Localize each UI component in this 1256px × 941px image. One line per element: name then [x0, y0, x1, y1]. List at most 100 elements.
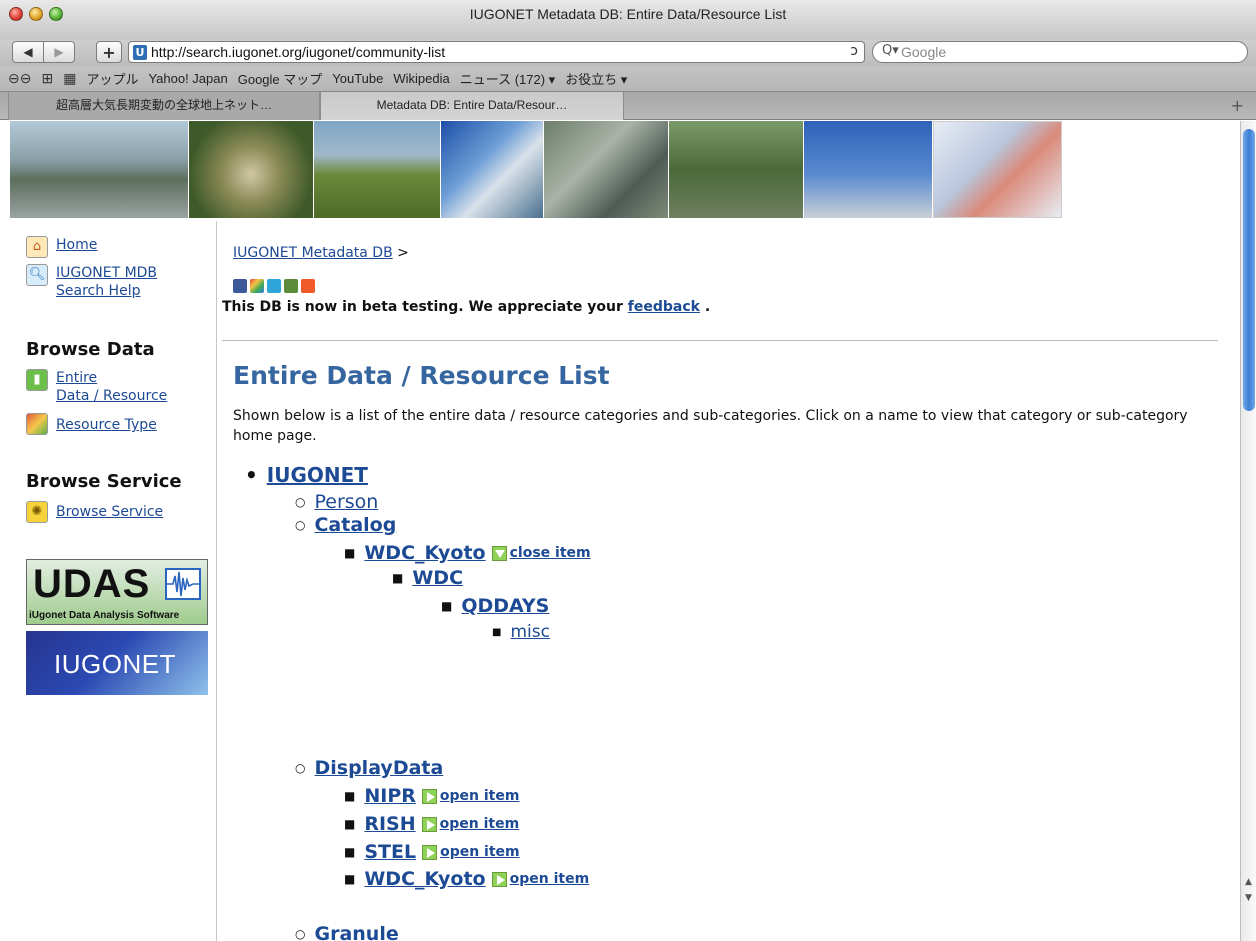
tree-link[interactable]: QDDAYS [461, 595, 549, 617]
new-tab-icon[interactable]: + [1231, 96, 1244, 115]
bookmark-item[interactable]: ニュース (172) ▾ [460, 69, 555, 88]
top-sites-grid-icon[interactable]: ▦ [63, 70, 76, 87]
open-item-link[interactable]: open item [440, 816, 520, 832]
collapse-arrow-icon[interactable] [491, 545, 507, 561]
tree-bullet: ■ [344, 872, 356, 886]
radar-site-photo [189, 121, 313, 218]
udas-logo-subtitle: iUgonet Data Analysis Software [29, 610, 180, 621]
close-item-link[interactable]: close item [510, 545, 591, 561]
tree-bullet: ■ [344, 546, 356, 560]
intro-text: Shown below is a list of the entire data… [233, 408, 1188, 444]
mountain-observatory-photo [669, 121, 803, 218]
addthis-icon[interactable] [301, 279, 315, 293]
evernote-icon[interactable] [284, 279, 298, 293]
open-item-link[interactable]: open item [440, 844, 520, 860]
tree-link[interactable]: Catalog [314, 514, 396, 536]
twitter-icon[interactable] [267, 279, 281, 293]
reload-icon[interactable]: ↄ [850, 43, 858, 59]
sidebar-item-resource-type[interactable]: Resource Type [26, 413, 157, 435]
bookmark-item[interactable]: YouTube [332, 71, 383, 86]
tree-link[interactable]: WDC_Kyoto [364, 542, 485, 564]
browse-service-heading: Browse Service [26, 471, 182, 492]
search-field[interactable]: Q▾ Google [872, 41, 1248, 63]
sidebar-item-browse-service[interactable]: ✺ Browse Service [26, 501, 163, 523]
tree-bullet: ○ [295, 518, 306, 532]
tree-link[interactable]: misc [510, 622, 550, 642]
url-text[interactable]: http://search.iugonet.org/iugonet/commun… [151, 44, 445, 60]
tree-bullet: ○ [295, 761, 306, 775]
tree-link[interactable]: RISH [364, 813, 415, 835]
tree-node-wdc: ■ WDC [392, 567, 463, 589]
photo-banner [10, 121, 1240, 221]
tree-node-nipr: ■ NIPR open item [344, 785, 519, 807]
waveform-icon [165, 568, 201, 600]
tree-node-wdc-kyoto: ■ WDC_Kyoto close item [344, 542, 591, 564]
tree-link[interactable]: WDC [412, 567, 463, 589]
forward-button[interactable]: ▶ [43, 41, 75, 63]
radio-telescope-photo [441, 121, 543, 218]
facebook-icon[interactable] [233, 279, 247, 293]
feedback-link[interactable]: feedback [628, 299, 700, 315]
tree-link[interactable]: Person [314, 491, 378, 513]
bookmark-item[interactable]: お役立ち ▾ [565, 69, 627, 88]
tree-link[interactable]: DisplayData [314, 757, 443, 779]
browser-window: IUGONET Metadata DB: Entire Data/Resourc… [0, 0, 1256, 941]
bookmark-item[interactable]: アップル [86, 69, 138, 88]
antenna-array-photo [314, 121, 440, 218]
breadcrumb-separator: > [397, 245, 409, 261]
page-title: Entire Data / Resource List [233, 361, 610, 390]
database-icon: ▮ [26, 369, 48, 391]
iugonet-logo[interactable]: IUGONET [26, 631, 208, 695]
forward-arrow-icon: ▶ [54, 45, 64, 59]
address-bar[interactable]: U http://search.iugonet.org/iugonet/comm… [128, 41, 865, 63]
gear-icon: ✺ [26, 501, 48, 523]
sidebar-item-home[interactable]: ⌂ Home [26, 236, 97, 258]
plus-icon: + [102, 42, 116, 62]
reading-list-icon[interactable]: ⊖⊖ [8, 70, 31, 87]
expand-arrow-icon[interactable] [421, 816, 437, 832]
diagram-thumbnail [933, 121, 1062, 218]
tree-link[interactable]: STEL [364, 841, 416, 863]
magnifier-icon: 🔍︎ [26, 264, 48, 286]
title-bar: IUGONET Metadata DB: Entire Data/Resourc… [0, 0, 1256, 40]
open-item-link[interactable]: open item [440, 788, 520, 804]
vertical-scrollbar[interactable]: ▲ ▼ [1240, 121, 1256, 941]
bookmark-item[interactable]: Google マップ [238, 69, 323, 88]
expand-arrow-icon[interactable] [421, 788, 437, 804]
tab-background[interactable]: 超高層大気長期変動の全球地上ネット… [8, 92, 320, 120]
tree-node-wdc-kyoto-display: ■ WDC_Kyoto open item [344, 868, 589, 890]
search-icon: Q▾ [882, 43, 899, 58]
scroll-down-arrow-icon[interactable]: ▼ [1245, 893, 1252, 903]
bookmark-item[interactable]: Wikipedia [393, 71, 449, 86]
breadcrumb-link[interactable]: IUGONET Metadata DB [233, 245, 393, 261]
sidebar: ⌂ Home 🔍︎ IUGONET MDB Search Help Browse … [10, 221, 217, 941]
iugonet-logo-text: IUGONET [54, 649, 176, 679]
tree-link[interactable]: WDC_Kyoto [364, 868, 485, 890]
scroll-thumb[interactable] [1243, 129, 1255, 411]
tree-link[interactable]: NIPR [364, 785, 416, 807]
sidebar-item-entire-data[interactable]: ▮ Entire Data / Resource [26, 369, 167, 405]
beta-suffix: . [704, 299, 711, 315]
expand-arrow-icon[interactable] [491, 871, 507, 887]
tree-link[interactable]: IUGONET [267, 463, 368, 487]
expand-arrow-icon[interactable] [422, 844, 438, 860]
divider [222, 340, 1218, 341]
back-button[interactable]: ◀ [12, 41, 44, 63]
back-arrow-icon: ◀ [23, 45, 33, 59]
sidebar-item-search-help[interactable]: 🔍︎ IUGONET MDB Search Help [26, 264, 157, 300]
tab-active[interactable]: Metadata DB: Entire Data/Resour… [320, 92, 624, 120]
beta-notice: This DB is now in beta testing. We appre… [222, 299, 710, 315]
add-bookmark-button[interactable]: + [96, 41, 122, 63]
tree-node-person: ○ Person [295, 491, 378, 513]
tower-photo [804, 121, 932, 218]
open-item-link[interactable]: open item [510, 871, 590, 887]
search-placeholder: Google [901, 44, 947, 60]
scroll-up-arrow-icon[interactable]: ▲ [1245, 877, 1252, 887]
google-icon[interactable] [250, 279, 264, 293]
bookmark-item[interactable]: Yahoo! Japan [148, 71, 227, 86]
site-favicon-icon: U [133, 45, 147, 60]
tree-link[interactable]: Granule [314, 923, 398, 941]
book-icon[interactable]: ⊞ [41, 70, 53, 87]
udas-logo[interactable]: UDAS iUgonet Data Analysis Software [26, 559, 208, 625]
tree-bullet: ■ [441, 599, 453, 613]
